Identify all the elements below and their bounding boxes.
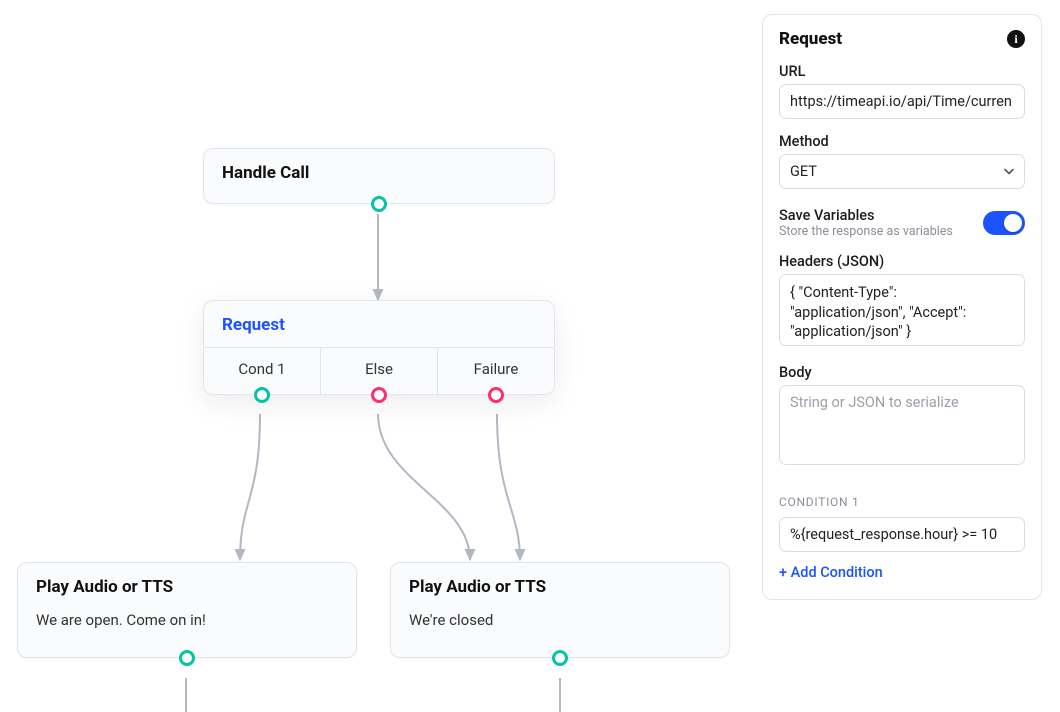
panel-title: Request	[779, 29, 842, 49]
add-condition-button[interactable]: + Add Condition	[779, 564, 883, 581]
panel-header: Request i	[779, 29, 1025, 49]
node-handle-call[interactable]: Handle Call	[203, 148, 555, 204]
app-root: Handle Call Request Cond 1 Else Failure	[0, 0, 1060, 712]
save-variables-toggle[interactable]	[983, 211, 1025, 235]
save-variables-sublabel: Store the response as variables	[779, 224, 953, 239]
node-title: Play Audio or TTS	[391, 563, 729, 609]
save-variables-label: Save Variables	[779, 207, 953, 224]
node-title: Play Audio or TTS	[18, 563, 356, 609]
node-title: Handle Call	[204, 149, 554, 195]
output-port-icon[interactable]	[371, 196, 387, 212]
url-label: URL	[779, 63, 1025, 80]
output-port-icon[interactable]	[488, 387, 504, 403]
node-play-open[interactable]: Play Audio or TTS We are open. Come on i…	[17, 562, 357, 658]
url-input[interactable]	[779, 84, 1025, 119]
info-icon[interactable]: i	[1007, 30, 1025, 48]
headers-input[interactable]	[779, 274, 1025, 346]
inspector-panel: Request i URL Method GET Save Variables …	[762, 14, 1042, 600]
method-select[interactable]: GET	[779, 154, 1025, 189]
output-port-icon[interactable]	[552, 650, 568, 666]
output-port-icon[interactable]	[179, 650, 195, 666]
condition-section-label: CONDITION 1	[779, 495, 1025, 509]
headers-label: Headers (JSON)	[779, 253, 1025, 270]
method-select-wrap: GET	[779, 154, 1025, 189]
branch-failure[interactable]: Failure	[437, 348, 554, 394]
body-label: Body	[779, 364, 1025, 381]
node-request[interactable]: Request Cond 1 Else Failure	[203, 300, 555, 395]
node-play-closed[interactable]: Play Audio or TTS We're closed	[390, 562, 730, 658]
branch-label: Else	[365, 360, 393, 378]
output-port-icon[interactable]	[371, 387, 387, 403]
branch-else[interactable]: Else	[320, 348, 437, 394]
body-input[interactable]	[779, 385, 1025, 465]
branch-row: Cond 1 Else Failure	[204, 347, 554, 394]
branch-label: Cond 1	[238, 360, 285, 378]
condition-expression-input[interactable]	[779, 517, 1025, 552]
method-label: Method	[779, 133, 1025, 150]
save-variables-row: Save Variables Store the response as var…	[779, 207, 1025, 239]
branch-cond1[interactable]: Cond 1	[204, 348, 320, 394]
branch-label: Failure	[474, 360, 519, 378]
output-port-icon[interactable]	[254, 387, 270, 403]
node-title: Request	[204, 301, 554, 347]
